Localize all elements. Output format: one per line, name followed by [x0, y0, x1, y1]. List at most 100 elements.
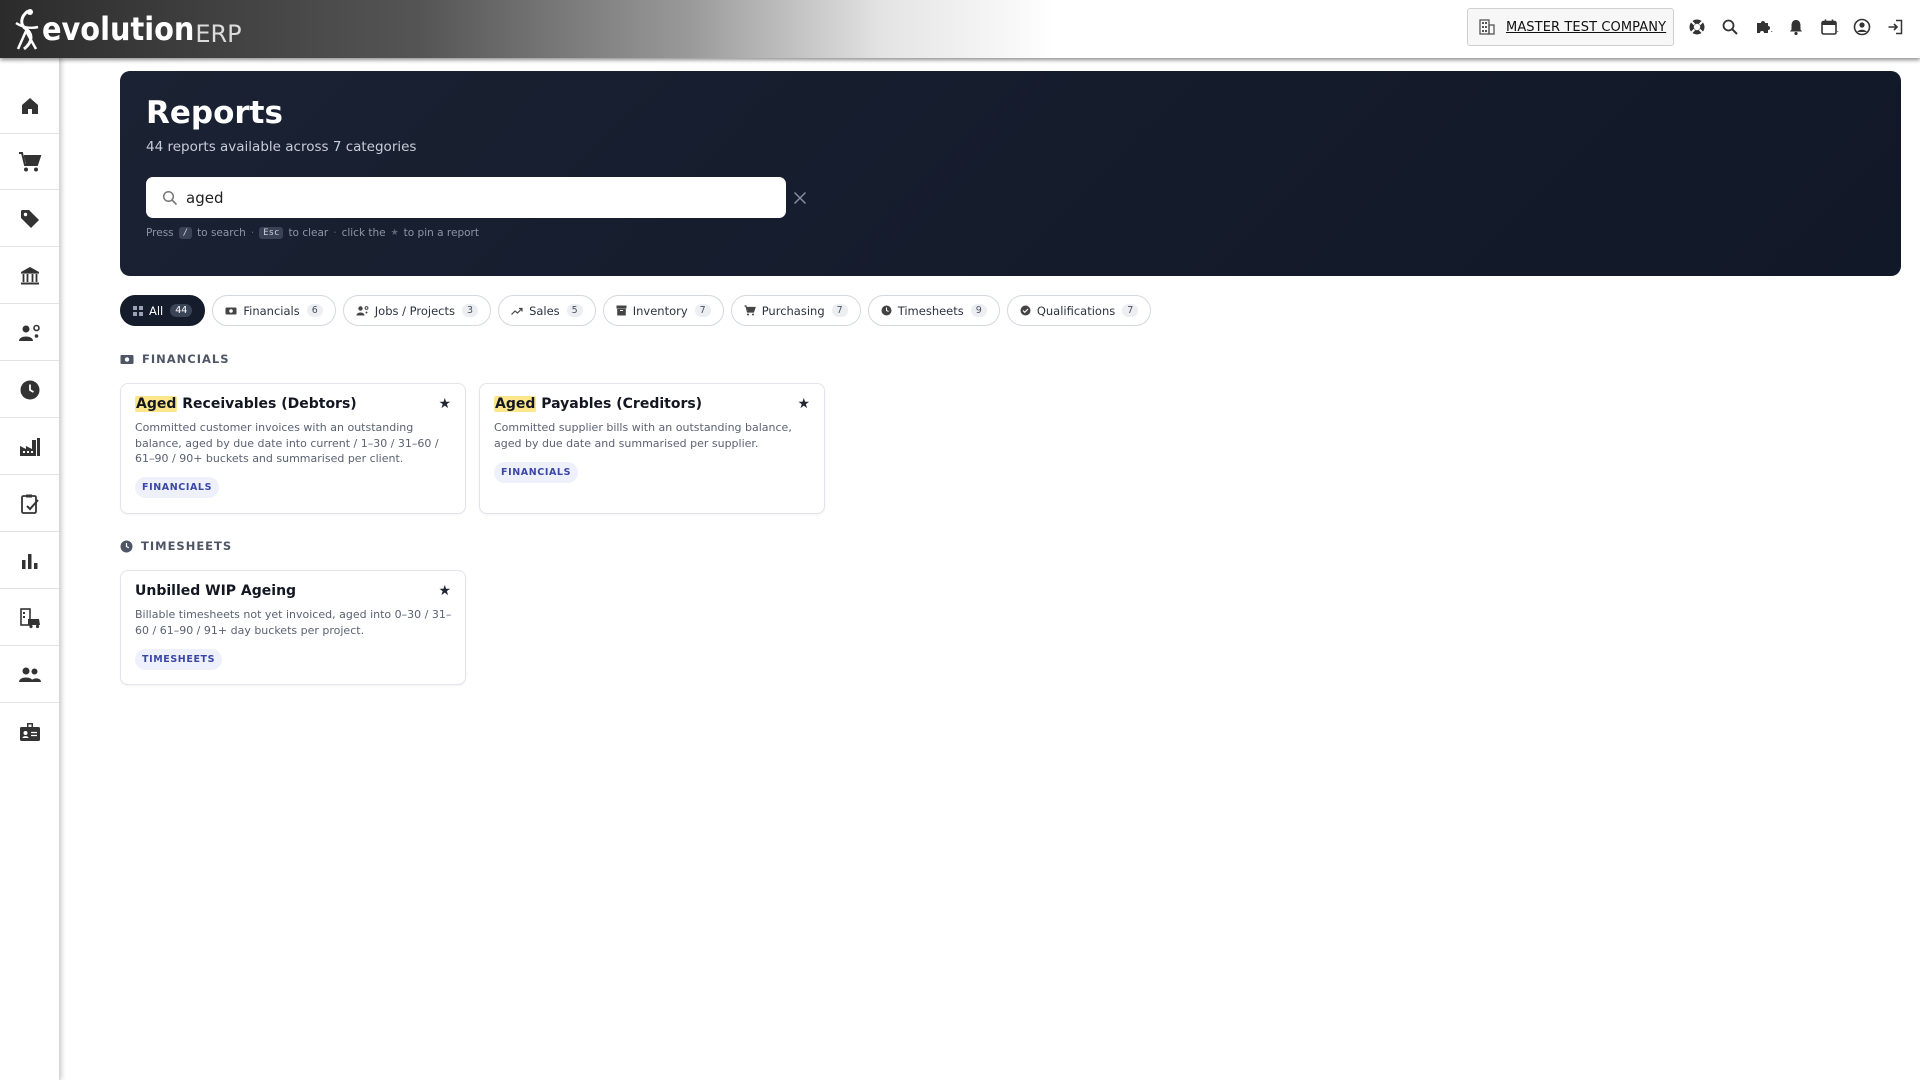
fleet-icon[interactable] — [0, 590, 59, 646]
company-selector[interactable]: MASTER TEST COMPANY — [1467, 8, 1674, 46]
top-bar: evolution ERP MASTER TEST COMPANY . . — [0, 0, 1920, 58]
calendar-icon[interactable]: . — [1812, 12, 1845, 42]
report-title-rest: Payables (Creditors) — [536, 396, 703, 412]
chip-qualifications[interactable]: Qualifications 7 — [1006, 295, 1152, 326]
chip-sales[interactable]: Sales 5 — [498, 295, 596, 326]
chip-label: Sales — [529, 303, 560, 318]
chip-count: 9 — [970, 304, 987, 317]
bell-icon[interactable] — [1779, 12, 1812, 42]
cash-icon — [225, 306, 237, 316]
chip-jobs-projects[interactable]: Jobs / Projects 3 — [342, 295, 492, 326]
hint-to-clear: to clear — [288, 227, 329, 239]
help-lifebuoy-icon[interactable] — [1680, 12, 1713, 42]
chip-label: Jobs / Projects — [374, 303, 456, 318]
pin-star-icon[interactable]: ★ — [438, 396, 451, 412]
section-timesheets-header: TIMESHEETS — [120, 539, 232, 553]
hint-press: Press — [146, 227, 174, 239]
hint-to-pin: to pin a report — [403, 227, 479, 239]
logo-figure-icon — [15, 9, 39, 51]
clear-search-icon[interactable] — [790, 188, 810, 208]
app-logo[interactable]: evolution ERP — [10, 6, 242, 52]
reports-hero: Reports 44 reports available across 7 ca… — [120, 71, 1901, 276]
page-title: Reports — [146, 95, 283, 131]
hint-slash-key: / — [178, 227, 193, 239]
chip-count: 5 — [566, 304, 583, 317]
id-card-icon[interactable] — [0, 704, 59, 760]
report-card-unbilled-wip[interactable]: Unbilled WIP Ageing ★ Billable timesheet… — [120, 570, 466, 685]
pin-star-icon[interactable]: ★ — [438, 583, 451, 599]
sidebar — [0, 58, 60, 1080]
cash-icon — [120, 354, 134, 365]
search-input[interactable] — [186, 188, 746, 207]
hint-separator: · — [250, 227, 255, 239]
report-title: Unbilled WIP Ageing — [135, 583, 297, 599]
factory-icon[interactable] — [0, 419, 59, 475]
hint-click-the: click the — [341, 227, 386, 239]
chip-label: Financials — [243, 303, 300, 318]
search-highlight: Aged — [494, 396, 537, 412]
cart-icon[interactable] — [0, 134, 59, 190]
bar-chart-icon[interactable] — [0, 533, 59, 589]
chip-count: 7 — [831, 304, 848, 317]
chip-label: All — [149, 303, 164, 318]
chip-count: 44 — [170, 304, 193, 317]
section-title: TIMESHEETS — [141, 539, 233, 553]
chip-label: Qualifications — [1036, 303, 1116, 318]
people-icon[interactable] — [0, 647, 59, 703]
report-title: Aged Receivables (Debtors) — [135, 396, 357, 412]
search-box[interactable] — [146, 177, 786, 218]
search-highlight: Aged — [135, 396, 178, 412]
report-title-rest: Receivables (Debtors) — [177, 396, 357, 412]
section-financials-header: FINANCIALS — [120, 352, 230, 366]
chip-all[interactable]: All 44 — [120, 295, 206, 326]
hint-esc-key: Esc — [259, 227, 284, 239]
building-icon — [1479, 19, 1495, 35]
chip-inventory[interactable]: Inventory 7 — [602, 295, 724, 326]
clock-icon — [120, 540, 133, 553]
chip-timesheets[interactable]: Timesheets 9 — [867, 295, 1000, 326]
top-icons: . . — [1680, 12, 1911, 42]
chip-count: 6 — [306, 304, 323, 317]
chip-count: 7 — [694, 304, 711, 317]
clock-icon[interactable] — [0, 362, 59, 418]
hint-separator: · — [333, 227, 337, 239]
user-gear-icon — [356, 305, 369, 316]
chip-label: Purchasing — [761, 303, 825, 318]
trend-icon — [511, 306, 523, 316]
section-title: FINANCIALS — [142, 352, 230, 366]
pin-star-icon[interactable]: ★ — [797, 396, 810, 412]
badge-icon — [1020, 305, 1031, 316]
report-description: Committed customer invoices with an outs… — [135, 421, 439, 465]
chip-count: 7 — [1122, 304, 1139, 317]
report-card-aged-payables[interactable]: Aged Payables (Creditors) ★ Committed su… — [479, 383, 825, 514]
clipboard-check-icon[interactable] — [0, 476, 59, 532]
report-description: Billable timesheets not yet invoiced, ag… — [135, 608, 452, 637]
hint-star-icon: ★ — [390, 228, 399, 238]
page-subtitle: 44 reports available across 7 categories — [146, 139, 417, 155]
bank-icon[interactable] — [0, 248, 59, 304]
hint-to-search: to search — [197, 227, 246, 239]
logo-erp: ERP — [195, 20, 242, 48]
grid-icon — [133, 305, 143, 316]
search-icon[interactable] — [1713, 12, 1746, 42]
report-card-aged-receivables[interactable]: Aged Receivables (Debtors) ★ Committed c… — [120, 383, 466, 514]
home-icon[interactable] — [0, 78, 59, 134]
chip-purchasing[interactable]: Purchasing 7 — [730, 295, 861, 326]
report-category-tag: TIMESHEETS — [135, 649, 223, 670]
clock-icon — [881, 305, 892, 316]
chip-financials[interactable]: Financials 6 — [212, 295, 336, 326]
report-category-tag: FINANCIALS — [135, 477, 220, 498]
report-title: Aged Payables (Creditors) — [494, 396, 702, 412]
search-icon — [162, 190, 178, 205]
cart-icon — [744, 305, 756, 316]
user-circle-icon[interactable] — [1845, 12, 1878, 42]
logout-icon[interactable] — [1878, 12, 1911, 42]
box-icon — [616, 305, 627, 316]
chip-label: Inventory — [632, 303, 688, 318]
user-settings-icon[interactable] — [0, 305, 59, 361]
category-filter: All 44 Financials 6 Jobs / Projects 3 Sa… — [120, 295, 1152, 326]
puzzle-icon[interactable]: . — [1746, 12, 1779, 42]
company-name: MASTER TEST COMPANY — [1506, 19, 1667, 35]
tag-icon[interactable] — [0, 191, 59, 247]
chip-label: Timesheets — [897, 303, 964, 318]
